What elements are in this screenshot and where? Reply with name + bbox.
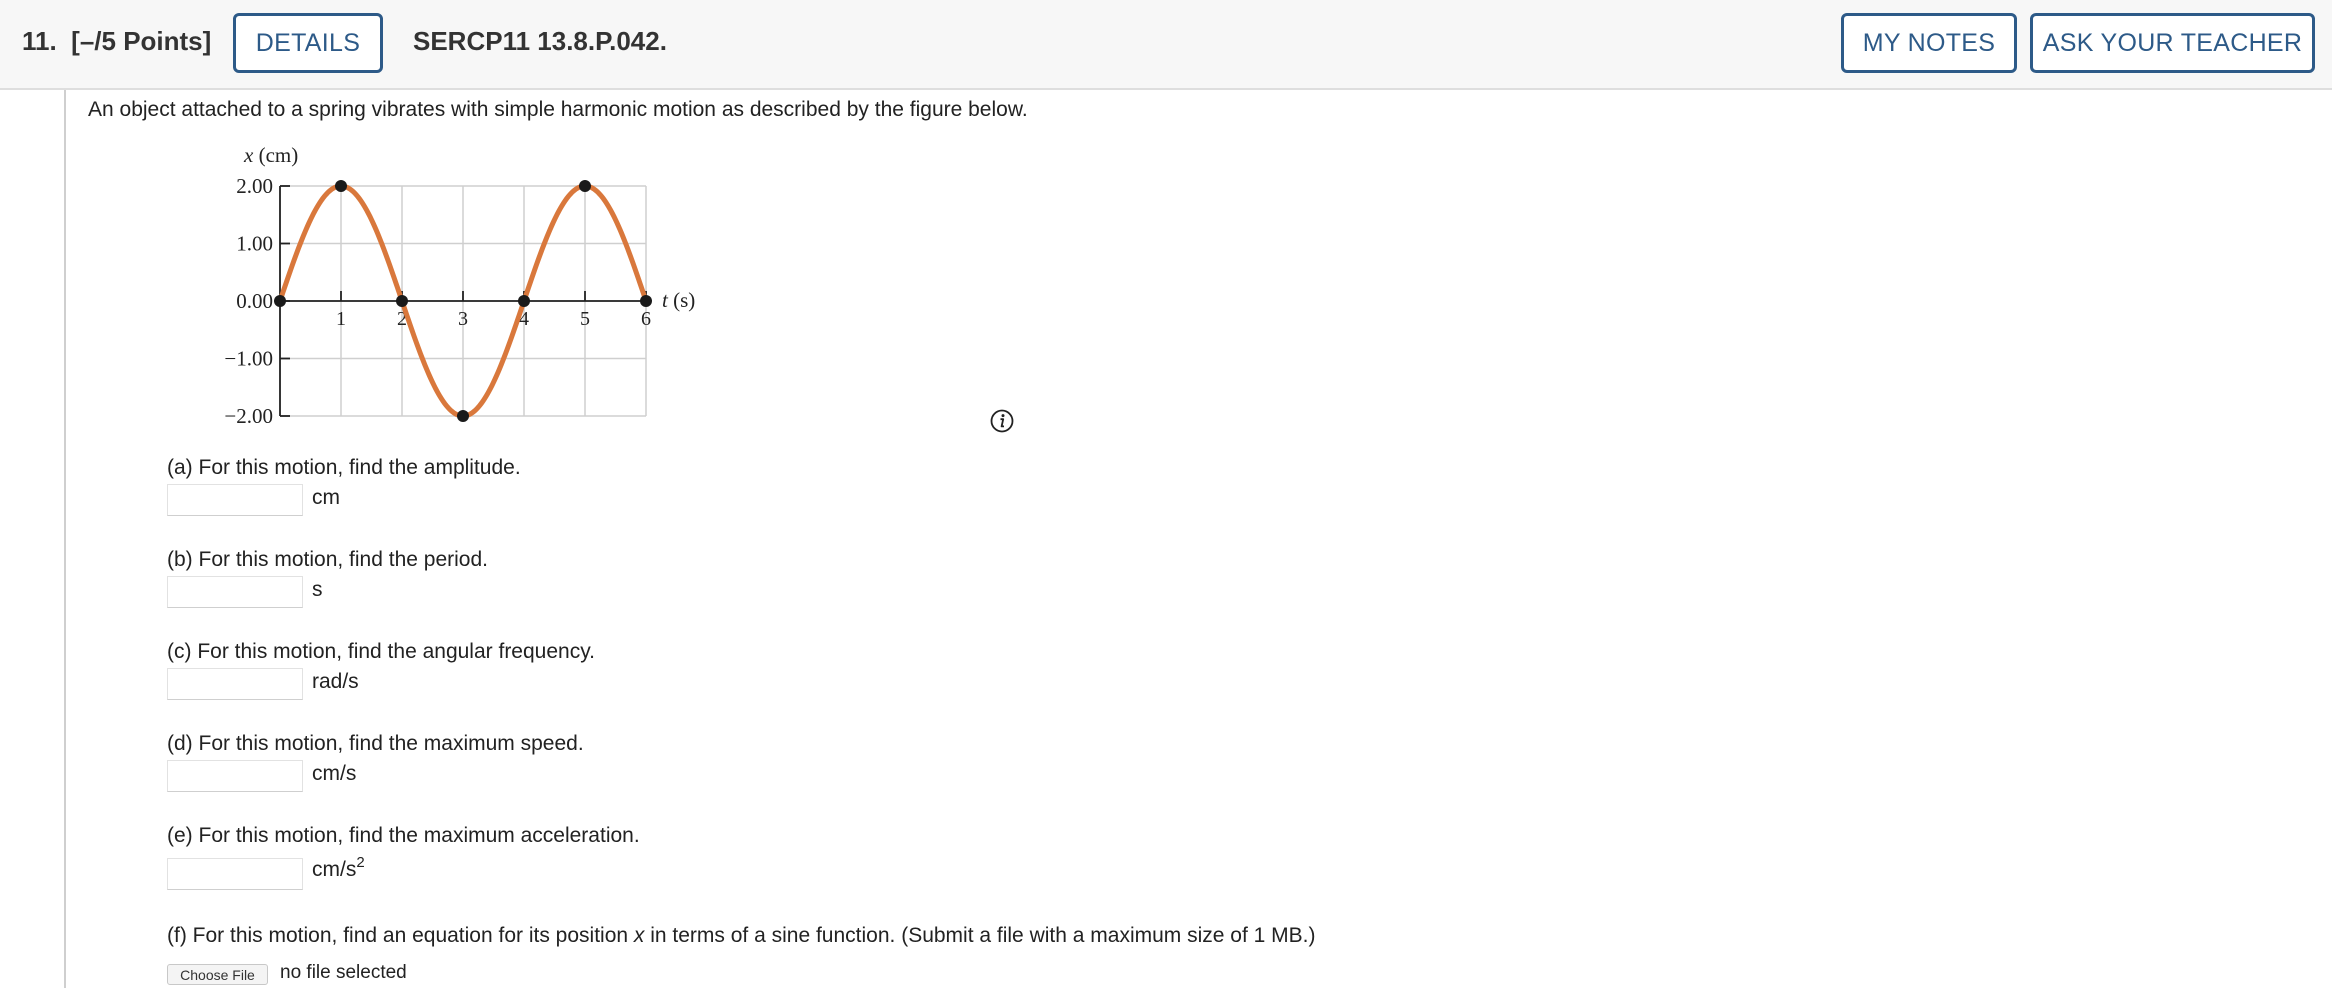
y-tick-label: 1.00 xyxy=(236,232,273,256)
data-point xyxy=(396,295,408,307)
details-button[interactable]: DETAILS xyxy=(233,13,383,73)
question-header: 11. [–/5 Points] DETAILS SERCP11 13.8.P.… xyxy=(0,0,2332,90)
max-acceleration-unit: cm/s2 xyxy=(312,854,365,881)
part-f-question: (f) For this motion, find an equation fo… xyxy=(167,924,1316,947)
data-point xyxy=(579,180,591,192)
problem-code: SERCP11 13.8.P.042. xyxy=(413,26,667,56)
data-point xyxy=(274,295,286,307)
y-tick-label: 0.00 xyxy=(236,289,273,313)
y-axis-label: x (cm) xyxy=(243,143,298,167)
question-number: 11. [–/5 Points] xyxy=(22,26,212,56)
part-e-question: (e) For this motion, find the maximum ac… xyxy=(167,824,640,847)
x-tick-label: 5 xyxy=(580,308,590,330)
angular-frequency-unit: rad/s xyxy=(312,670,359,693)
part-d-question: (d) For this motion, find the maximum sp… xyxy=(167,732,584,755)
max-acceleration-input[interactable] xyxy=(167,858,303,890)
shm-graph: 2.001.000.00−1.00−2.001 2 3 4 5 6 x (cm) t (s… xyxy=(224,143,695,428)
part-a-question: (a) For this motion, find the amplitude. xyxy=(167,456,521,479)
x-tick-label: 6 xyxy=(641,308,651,330)
y-tick-label: −2.00 xyxy=(224,404,273,428)
points-label: [–/5 Points] xyxy=(71,26,212,56)
x-axis-label: t (s) xyxy=(662,288,695,312)
part-b-question: (b) For this motion, find the period. xyxy=(167,548,488,571)
file-status: no file selected xyxy=(280,962,407,983)
period-input[interactable] xyxy=(167,576,303,608)
data-point xyxy=(518,295,530,307)
info-icon[interactable] xyxy=(989,408,1015,434)
data-point xyxy=(457,410,469,422)
x-tick-label: 3 xyxy=(458,308,468,330)
y-tick-label: −1.00 xyxy=(224,347,273,371)
x-tick-label: 1 xyxy=(336,308,346,330)
ask-your-teacher-button[interactable]: ASK YOUR TEACHER xyxy=(2030,13,2315,73)
angular-frequency-input[interactable] xyxy=(167,668,303,700)
data-point xyxy=(335,180,347,192)
period-unit: s xyxy=(312,578,323,601)
max-speed-input[interactable] xyxy=(167,760,303,792)
part-c-question: (c) For this motion, find the angular fr… xyxy=(167,640,595,663)
my-notes-button[interactable]: MY NOTES xyxy=(1841,13,2017,73)
data-point xyxy=(640,295,652,307)
amplitude-input[interactable] xyxy=(167,484,303,516)
choose-file-button[interactable]: Choose File xyxy=(167,964,268,985)
problem-statement: An object attached to a spring vibrates … xyxy=(88,98,1028,121)
y-tick-label: 2.00 xyxy=(236,174,273,198)
amplitude-unit: cm xyxy=(312,486,340,509)
max-speed-unit: cm/s xyxy=(312,762,357,785)
